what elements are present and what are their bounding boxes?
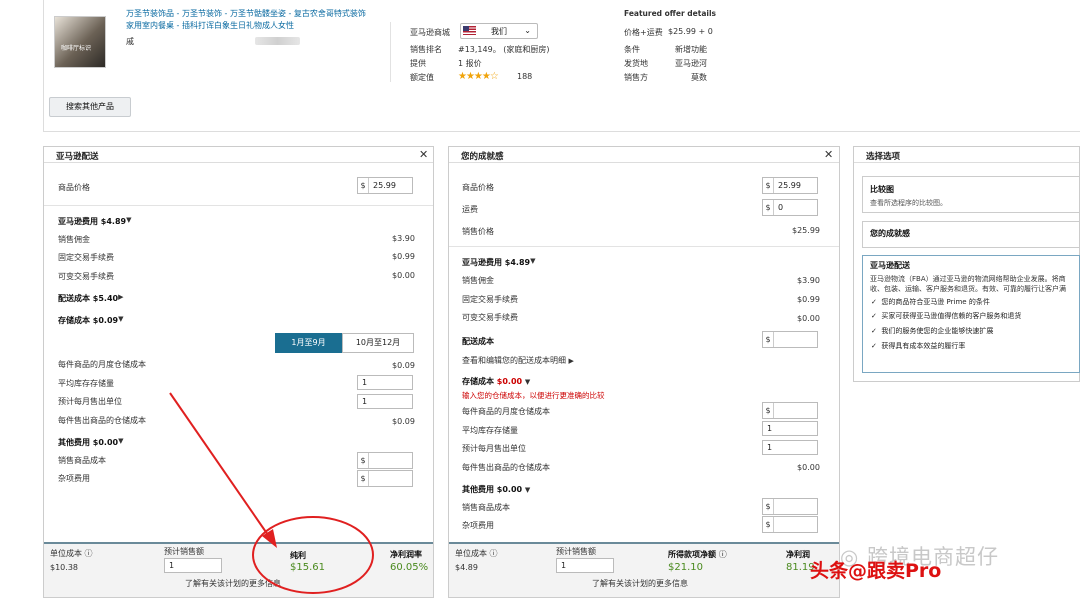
annotation-overlay <box>169 392 374 594</box>
annotation-circle <box>252 516 374 594</box>
annotation-arrow-line <box>169 392 269 536</box>
toutiao-watermark: 头条@跟卖Pro <box>810 560 942 582</box>
